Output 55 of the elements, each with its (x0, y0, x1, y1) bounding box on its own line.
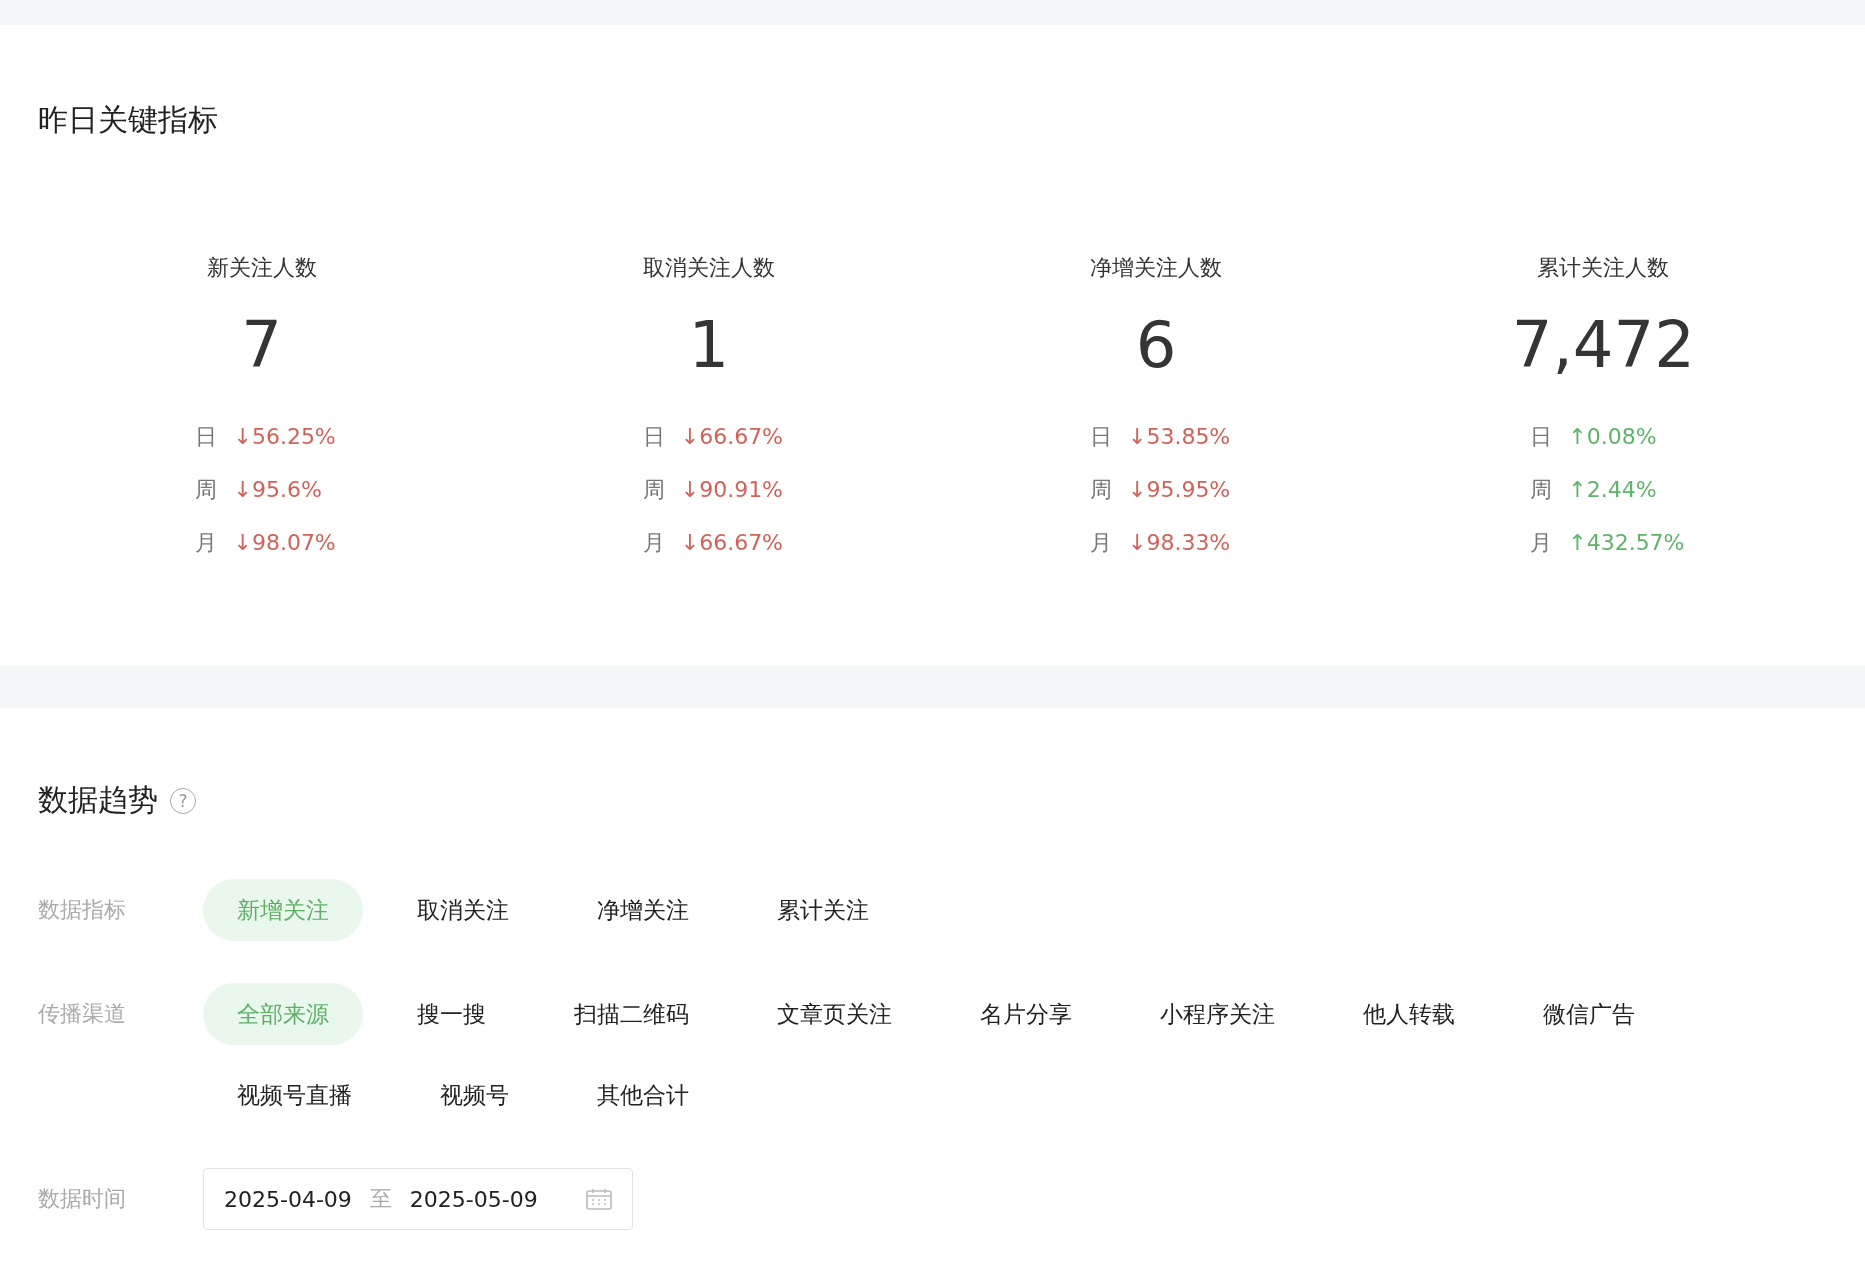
period-label: 周 (1089, 476, 1112, 504)
filter-option[interactable]: 微信广告 (1509, 983, 1669, 1045)
metric-label: 新关注人数 (206, 254, 317, 282)
metric-label: 累计关注人数 (1537, 254, 1670, 282)
change-value: ↓90.91% (680, 476, 784, 504)
change-value: ↑0.08% (1568, 423, 1657, 451)
metric-value: 1 (688, 310, 730, 380)
filter-option[interactable]: 文章页关注 (743, 983, 926, 1045)
calendar-icon (586, 1188, 612, 1210)
period-label: 月 (1089, 529, 1112, 557)
filter-label: 数据指标 (38, 896, 127, 924)
change-value: ↑432.57% (1568, 529, 1685, 557)
change-value: ↑2.44% (1568, 476, 1657, 504)
metric-label: 净增关注人数 (1090, 254, 1223, 282)
filter-option[interactable]: 他人转载 (1329, 983, 1489, 1045)
period-label: 周 (195, 476, 218, 504)
period-label: 日 (642, 423, 665, 451)
change-value: ↓98.33% (1127, 529, 1231, 557)
filter-label: 传播渠道 (38, 1000, 127, 1028)
change-value: ↓56.25% (233, 423, 336, 451)
period-label: 日 (1089, 423, 1112, 451)
change-value: ↓98.07% (233, 529, 336, 557)
filter-option[interactable]: 搜一搜 (383, 983, 520, 1045)
period-label: 日 (1530, 423, 1553, 451)
filter-label: 数据时间 (38, 1185, 127, 1213)
filter-option[interactable]: 净增关注 (563, 879, 723, 941)
period-label: 月 (642, 529, 665, 557)
filter-option[interactable]: 其他合计 (563, 1064, 723, 1126)
section-title: 昨日关键指标 (38, 101, 219, 139)
metric-value: 7 (241, 310, 282, 380)
change-value: ↓95.6% (233, 476, 322, 504)
filter-option[interactable]: 名片分享 (946, 983, 1106, 1045)
filter-option[interactable]: 视频号 (406, 1064, 543, 1126)
period-label: 月 (1530, 529, 1553, 557)
period-label: 周 (1530, 476, 1553, 504)
metric-value: 6 (1135, 310, 1177, 380)
section-title: 数据趋势 (38, 781, 158, 819)
metric-value: 7,472 (1511, 310, 1695, 380)
date-separator: 至 (369, 1185, 392, 1213)
filter-option[interactable]: 视频号直播 (203, 1064, 386, 1126)
start-date: 2025-04-09 (224, 1186, 352, 1212)
period-label: 日 (195, 423, 218, 451)
filter-option[interactable]: 累计关注 (743, 879, 903, 941)
change-value: ↓66.67% (680, 529, 784, 557)
metric-label: 取消关注人数 (642, 254, 775, 282)
period-label: 周 (642, 476, 665, 504)
filter-option[interactable]: 扫描二维码 (540, 983, 723, 1045)
change-value: ↓95.95% (1127, 476, 1231, 504)
filter-option[interactable]: 小程序关注 (1126, 983, 1309, 1045)
end-date: 2025-05-09 (409, 1186, 538, 1212)
change-value: ↓53.85% (1127, 423, 1231, 451)
change-value: ↓66.67% (680, 423, 784, 451)
date-range-field[interactable]: 2025-04-09 至 2025-05-09 (203, 1168, 633, 1230)
filter-option[interactable]: 取消关注 (383, 879, 543, 941)
period-label: 月 (195, 529, 218, 557)
